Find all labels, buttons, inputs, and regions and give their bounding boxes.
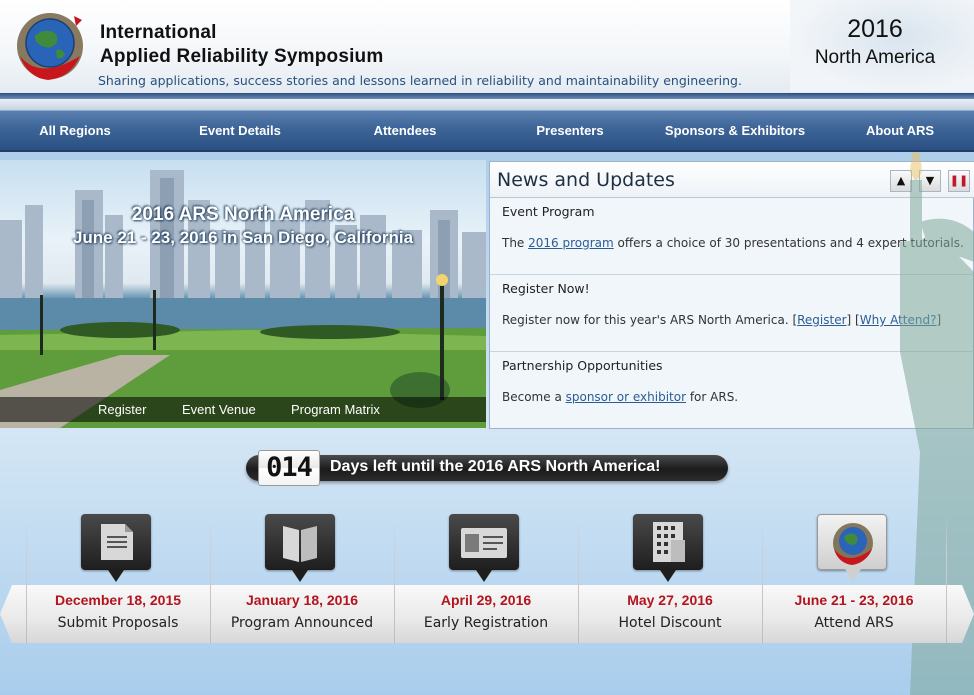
hero-register-link[interactable]: Register xyxy=(98,397,146,422)
news-text: Become a xyxy=(502,390,566,404)
milestone-pointer xyxy=(108,570,124,582)
milestone-attend-ars[interactable] xyxy=(817,514,887,581)
site-title-line1: International xyxy=(100,22,217,43)
world-map-graphic xyxy=(790,0,974,92)
milestone-hotel-discount[interactable] xyxy=(633,514,703,582)
document-icon xyxy=(101,524,133,560)
milestone-label: Hotel Discount xyxy=(618,615,722,631)
nav-sponsors-exhibitors[interactable]: Sponsors & Exhibitors xyxy=(650,111,820,151)
milestone-date: May 27, 2016 xyxy=(627,592,713,608)
news-text: Register now for this year's ARS North A… xyxy=(502,313,798,327)
news-text: The xyxy=(502,236,529,250)
event-year: 2016 xyxy=(847,15,903,43)
id-card-icon xyxy=(461,528,507,558)
countdown-text: Days left until the 2016 ARS North Ameri… xyxy=(330,458,661,475)
nav-attendees[interactable]: Attendees xyxy=(330,111,480,151)
news-item-body: Register now for this year's ARS North A… xyxy=(502,313,941,327)
site-tagline: Sharing applications, success stories an… xyxy=(98,73,742,88)
timeline-divider xyxy=(946,515,947,643)
news-item-body: Become a sponsor or exhibitor for ARS. xyxy=(502,390,738,404)
site-title-line2: Applied Reliability Symposium xyxy=(100,46,384,67)
main-nav: All Regions Event Details Attendees Pres… xyxy=(0,110,974,152)
milestone-date: January 18, 2016 xyxy=(245,592,359,608)
nav-all-regions[interactable]: All Regions xyxy=(0,111,150,151)
milestone-date: June 21 - 23, 2016 xyxy=(794,592,914,608)
ars-globe-logo-icon[interactable] xyxy=(10,6,90,84)
ars-globe-icon xyxy=(833,523,873,565)
nav-event-details[interactable]: Event Details xyxy=(160,111,320,151)
event-region: North America xyxy=(814,47,936,68)
milestone-program-announced[interactable] xyxy=(265,514,335,582)
countdown-days-counter: 014 xyxy=(258,450,320,486)
milestone-pointer xyxy=(845,569,861,581)
milestone-date: December 18, 2015 xyxy=(54,592,182,608)
milestone-label: Program Announced xyxy=(230,615,374,631)
hero-title: 2016 ARS North America xyxy=(131,204,355,225)
hero-program-matrix-link[interactable]: Program Matrix xyxy=(291,397,380,422)
milestone-label: Submit Proposals xyxy=(57,615,179,631)
news-text: ] [ xyxy=(846,313,860,327)
nav-presenters[interactable]: Presenters xyxy=(495,111,645,151)
milestone-submit-proposals[interactable] xyxy=(81,514,151,582)
milestone-date: April 29, 2016 xyxy=(440,592,532,608)
hero-link-bar: Register Event Venue Program Matrix xyxy=(0,397,486,422)
program-link[interactable]: 2016 program xyxy=(528,236,614,250)
hero-banner: 2016 ARS North America June 21 - 23, 201… xyxy=(0,160,486,428)
milestone-pointer xyxy=(476,570,492,582)
header-divider-light xyxy=(0,99,974,110)
milestone-label: Early Registration xyxy=(423,615,549,631)
news-text: for ARS. xyxy=(686,390,739,404)
register-link[interactable]: Register xyxy=(797,313,846,327)
milestone-early-registration[interactable] xyxy=(449,514,519,582)
hotel-building-icon xyxy=(653,522,685,562)
milestone-pointer xyxy=(660,570,676,582)
hero-event-venue-link[interactable]: Event Venue xyxy=(182,397,256,422)
news-title: News and Updates xyxy=(497,169,675,191)
hero-subtitle: June 21 - 23, 2016 in San Diego, Califor… xyxy=(72,228,414,247)
nav-about-ars[interactable]: About ARS xyxy=(830,111,970,151)
site-header: International Applied Reliability Sympos… xyxy=(0,0,974,93)
sponsor-exhibitor-link[interactable]: sponsor or exhibitor xyxy=(566,390,686,404)
san-diego-skyline-image xyxy=(0,170,486,428)
milestone-pointer xyxy=(292,570,308,582)
milestone-label: Attend ARS xyxy=(814,615,894,631)
booklet-icon xyxy=(283,526,317,562)
